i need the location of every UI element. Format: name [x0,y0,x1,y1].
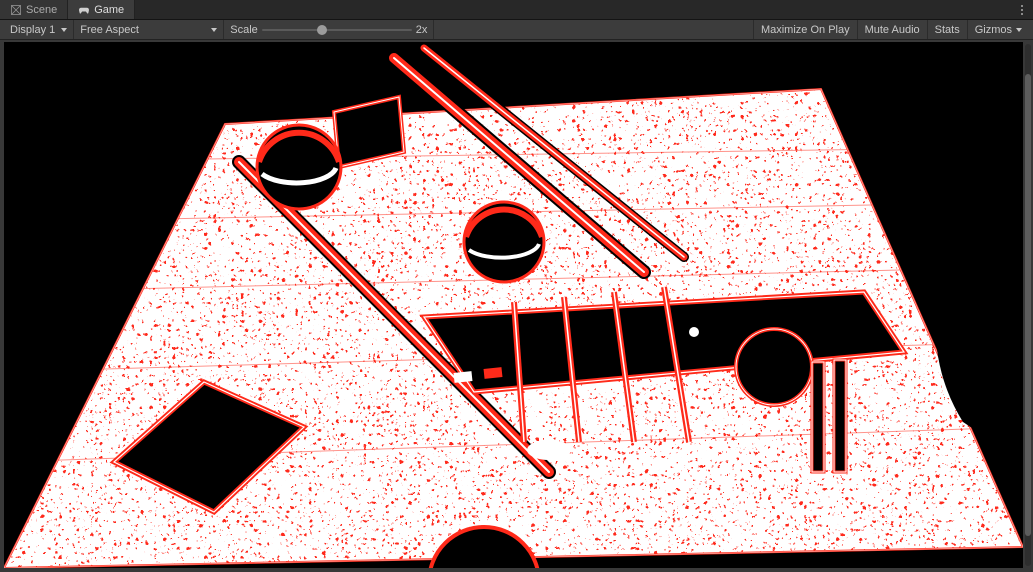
game-viewport[interactable] [4,42,1023,568]
tab-strip: Scene Game [0,0,1033,20]
gizmos-label: Gizmos [975,24,1012,36]
tab-scene[interactable]: Scene [0,0,68,19]
slider-track [262,29,412,31]
scale-value: 2x [416,24,428,36]
stats-label: Stats [935,24,960,36]
aspect-label: Free Aspect [80,24,139,36]
mute-label: Mute Audio [865,24,920,36]
scale-group: Scale 2x [224,20,434,39]
stats-button[interactable]: Stats [927,20,967,39]
rendered-scene [4,42,1023,568]
chevron-down-icon [1016,28,1022,32]
chevron-down-icon [211,28,217,32]
scrollbar-thumb[interactable] [1025,74,1031,536]
maximize-on-play-button[interactable]: Maximize On Play [753,20,857,39]
scale-label: Scale [230,24,258,36]
tab-game[interactable]: Game [68,0,135,19]
maximize-label: Maximize On Play [761,24,850,36]
kebab-icon [1017,3,1027,17]
chevron-down-icon [61,28,67,32]
display-label: Display 1 [10,24,55,36]
aspect-dropdown[interactable]: Free Aspect [74,20,224,39]
game-viewport-wrap [0,40,1033,572]
tab-game-label: Game [94,4,124,16]
gamepad-icon [78,4,90,16]
game-toolbar: Display 1 Free Aspect Scale 2x Maximize … [0,20,1033,40]
scale-slider[interactable] [262,23,412,37]
gizmos-dropdown[interactable]: Gizmos [967,20,1029,39]
scene-icon [10,4,22,16]
mute-audio-button[interactable]: Mute Audio [857,20,927,39]
slider-thumb[interactable] [317,25,327,35]
vertical-scrollbar[interactable] [1025,44,1031,566]
tab-scene-label: Scene [26,4,57,16]
tab-options-button[interactable] [1017,0,1027,20]
display-dropdown[interactable]: Display 1 [4,20,74,39]
